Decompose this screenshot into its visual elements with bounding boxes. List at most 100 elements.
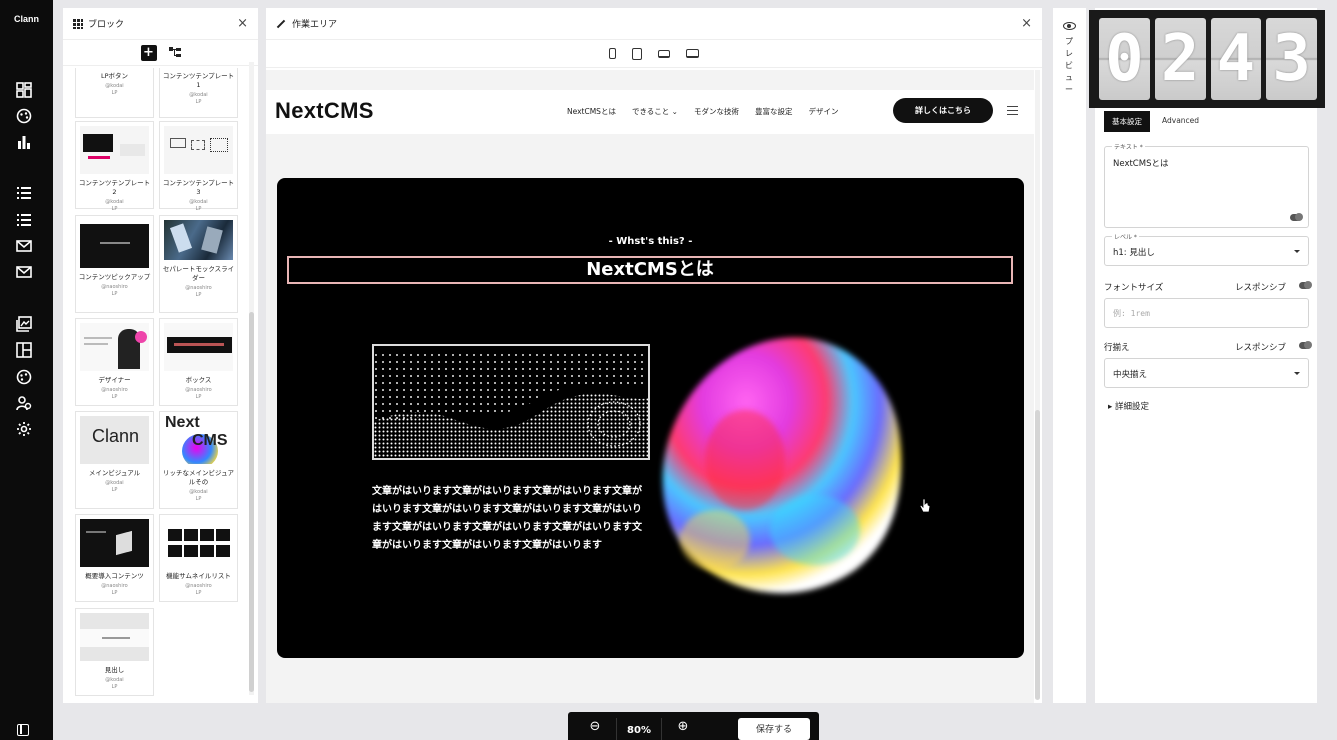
block-card[interactable]: コンテンツテンプレート2 @kodai LP — [75, 121, 154, 212]
align-responsive-toggle[interactable] — [1299, 341, 1312, 349]
layout-icon[interactable] — [16, 342, 32, 358]
work-area-panel: 作業エリア × NextCMS NextCMSとは できること ⌄ モダンな技術… — [266, 8, 1042, 703]
app-logo[interactable]: Clann — [0, 14, 53, 24]
tree-icon[interactable] — [168, 46, 181, 59]
level-select-label: レベル * — [1112, 232, 1139, 241]
settings-panel: 基本設定 Advanced テキスト * NextCMSとは レベル * h1:… — [1095, 8, 1317, 703]
flip-clock: 0 2 4 3 — [1089, 10, 1325, 108]
tab-advanced[interactable]: Advanced — [1150, 111, 1211, 132]
nav-item[interactable]: デザイン — [808, 106, 838, 117]
gear-icon[interactable] — [16, 421, 32, 437]
nav-item[interactable]: NextCMSとは — [567, 106, 616, 117]
mail-icon[interactable] — [16, 264, 32, 280]
block-thumbnail — [80, 126, 149, 174]
font-size-responsive-toggle[interactable] — [1299, 281, 1312, 289]
palette-icon[interactable] — [16, 108, 32, 124]
tab-basic-settings[interactable]: 基本設定 — [1104, 111, 1150, 132]
block-card[interactable]: コンテンツテンプレート1 @kodai LP — [159, 68, 238, 118]
align-select[interactable]: 中央揃え — [1104, 358, 1309, 388]
block-card[interactable]: Clann メインビジュアル @kodai LP — [75, 411, 154, 509]
block-card[interactable]: ボックス @naoshiro LP — [159, 318, 238, 406]
block-card[interactable]: コンテンツピックアップ @naoshiro LP — [75, 215, 154, 313]
blocks-panel-title: ブロック — [88, 20, 125, 30]
nav-item[interactable]: 豊富な設定 — [755, 106, 793, 117]
close-icon[interactable]: × — [237, 16, 248, 31]
preview-toggle[interactable]: プレビュー — [1053, 8, 1086, 703]
block-card[interactable]: LPボタン @kodai LP — [75, 68, 154, 118]
block-card-tag: LP — [195, 590, 202, 596]
hero-section[interactable]: - Whst's this? - NextCMSとは 文章がはいります文章がはい… — [277, 178, 1024, 658]
blocks-scrollbar[interactable] — [249, 62, 254, 695]
level-select[interactable]: レベル * h1: 見出し — [1104, 232, 1309, 266]
settings-tabs: 基本設定 Advanced — [1104, 111, 1211, 132]
mail-icon[interactable] — [16, 238, 32, 254]
advanced-settings-toggle[interactable]: ▸ 詳細設定 — [1108, 400, 1149, 412]
pencil-icon — [276, 19, 286, 28]
site-logo[interactable]: NextCMS — [275, 98, 374, 124]
block-card-tag: LP — [195, 394, 202, 400]
sidebar-toggle-icon[interactable] — [17, 724, 29, 736]
list-icon[interactable] — [16, 212, 32, 228]
dashboard-icon[interactable] — [16, 82, 32, 98]
block-card-name: メインビジュアル — [88, 469, 141, 477]
block-card-name: 見出し — [104, 666, 125, 674]
block-card-tag: LP — [111, 487, 118, 493]
font-size-input[interactable]: 例: 1rem — [1104, 298, 1309, 328]
block-thumbnail — [80, 224, 149, 268]
cursor-icon — [919, 498, 931, 514]
gradient-blob-image[interactable] — [655, 330, 925, 602]
text-field[interactable]: テキスト * NextCMSとは — [1104, 142, 1309, 228]
palette-icon[interactable] — [16, 369, 32, 385]
block-card[interactable]: 見出し @kodai LP — [75, 608, 154, 696]
block-card[interactable]: 概要導入コンテンツ @naoshiro LP — [75, 514, 154, 602]
hero-body-text[interactable]: 文章がはいります文章がはいります文章がはいります文章がはいります文章がはいります… — [372, 483, 650, 555]
close-icon[interactable]: × — [1021, 16, 1032, 31]
block-thumbnail — [164, 323, 233, 371]
selected-heading[interactable]: NextCMSとは — [287, 256, 1013, 284]
hamburger-menu-icon[interactable] — [1007, 106, 1018, 115]
zoom-out-icon[interactable]: ⊖ — [580, 717, 610, 740]
block-card-tag: LP — [195, 206, 202, 212]
nav-item[interactable]: モダンな技術 — [694, 106, 739, 117]
preview-label: プレビュー — [1065, 37, 1073, 94]
block-card[interactable]: 機能サムネイルリスト @naoshiro LP — [159, 514, 238, 602]
desktop-icon[interactable] — [686, 49, 699, 58]
canvas-scrollbar[interactable] — [1035, 70, 1040, 700]
clock-digit: 2 — [1154, 18, 1206, 100]
block-card-author: @kodai — [189, 92, 208, 98]
block-card-tag: LP — [111, 291, 118, 297]
eye-icon[interactable] — [1063, 22, 1076, 30]
hero-eyebrow[interactable]: - Whst's this? - — [277, 236, 1024, 247]
add-block-button[interactable]: + — [140, 44, 157, 61]
dot-wave-image[interactable] — [372, 344, 650, 460]
block-card[interactable]: コンテンツテンプレート3 @kodai LP — [159, 121, 238, 212]
cta-button[interactable]: 詳しくはこちら — [893, 98, 993, 123]
tablet-icon[interactable] — [632, 47, 642, 60]
align-responsive-label: レスポンシブ — [1235, 343, 1287, 353]
block-card-tag: LP — [195, 292, 202, 298]
block-thumbnail — [80, 323, 149, 371]
list-icon[interactable] — [0, 179, 53, 205]
block-card-tag: LP — [111, 684, 118, 690]
resize-handle-icon[interactable] — [1290, 213, 1303, 221]
site-nav: NextCMSとは できること ⌄ モダンな技術 豊富な設定 デザイン — [567, 106, 838, 117]
block-card-name: 概要導入コンテンツ — [85, 572, 144, 580]
block-card[interactable]: デザイナー @naoshiro LP — [75, 318, 154, 406]
users-icon[interactable] — [16, 395, 32, 411]
block-card-author: @kodai — [105, 83, 124, 89]
zoom-in-icon[interactable]: ⊕ — [668, 717, 698, 740]
laptop-icon[interactable] — [658, 49, 670, 58]
preview-canvas[interactable]: NextCMS NextCMSとは できること ⌄ モダンな技術 豊富な設定 デ… — [266, 70, 1034, 703]
blocks-toolbar: + — [63, 40, 258, 66]
block-card-name: コンテンツテンプレート3 — [162, 179, 235, 196]
save-button[interactable]: 保存する — [738, 718, 810, 740]
mobile-icon[interactable] — [609, 48, 616, 59]
block-card-tag: LP — [111, 90, 118, 96]
site-header[interactable]: NextCMS NextCMSとは できること ⌄ モダンな技術 豊富な設定 デ… — [266, 90, 1034, 134]
block-card[interactable]: Next CMS リッチなメインビジュアルその @kodai LP — [159, 411, 238, 509]
nav-item[interactable]: できること ⌄ — [632, 106, 678, 117]
block-card[interactable]: セパレートモックスライダー @naoshiro LP — [159, 215, 238, 313]
block-card-tag: LP — [111, 206, 118, 212]
gallery-icon[interactable] — [16, 316, 32, 332]
chart-icon[interactable] — [16, 134, 32, 150]
